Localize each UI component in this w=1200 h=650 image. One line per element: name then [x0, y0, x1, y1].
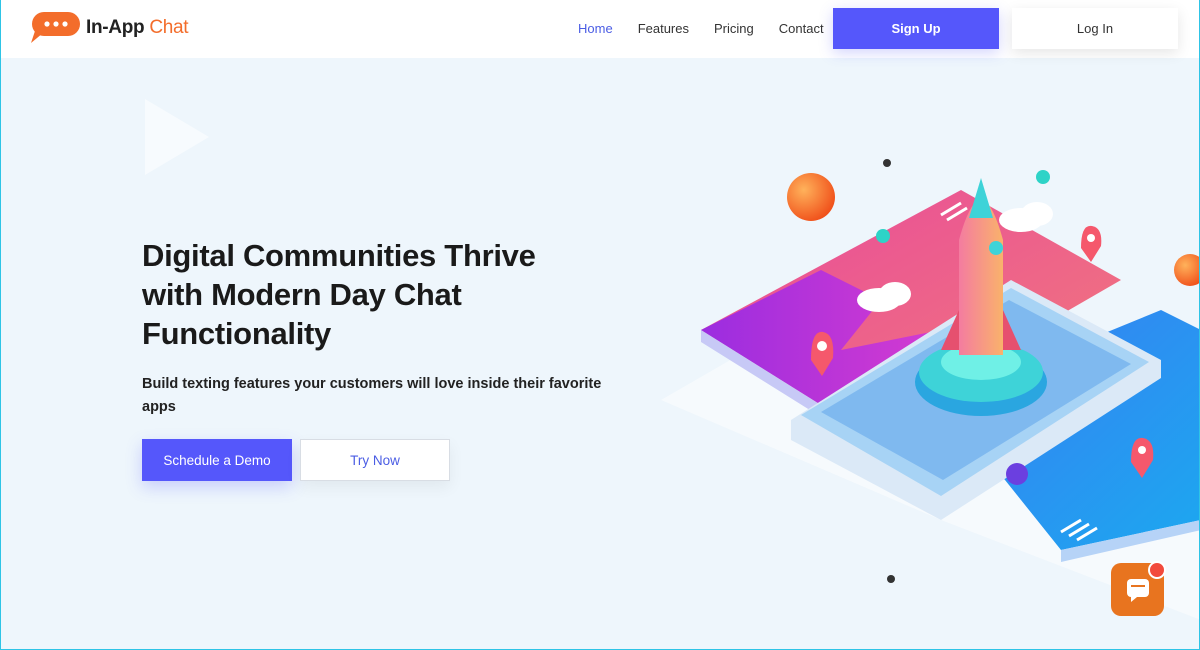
- logo[interactable]: In-App Chat: [29, 11, 189, 45]
- header: In-App Chat Home Features Pricing Contac…: [1, 0, 1199, 58]
- hero-title-line2: with Modern Day Chat: [142, 277, 462, 312]
- hero-title-line3: Functionality: [142, 316, 331, 351]
- brand-name: In-App Chat: [86, 17, 189, 39]
- location-pin-icon: [1081, 225, 1102, 262]
- brand-name-primary: In-App: [86, 17, 145, 38]
- login-button[interactable]: Log In: [1012, 8, 1178, 49]
- chat-icon: [1126, 578, 1149, 602]
- brand-name-accent: Chat: [149, 17, 189, 38]
- main-nav: Home Features Pricing Contact: [578, 21, 824, 36]
- play-shape-decoration: [145, 99, 209, 175]
- hero-subtitle: Build texting features your customers wi…: [142, 376, 602, 415]
- notification-badge: [1148, 561, 1166, 579]
- chat-bubble-icon: [29, 11, 81, 45]
- page: In-App Chat Home Features Pricing Contac…: [0, 0, 1200, 650]
- nav-home[interactable]: Home: [578, 21, 613, 36]
- hero-title: Digital Communities Thrive with Modern D…: [142, 236, 582, 353]
- nav-pricing[interactable]: Pricing: [714, 21, 754, 36]
- schedule-demo-button[interactable]: Schedule a Demo: [142, 439, 292, 481]
- nav-contact[interactable]: Contact: [779, 21, 824, 36]
- nav-features[interactable]: Features: [638, 21, 689, 36]
- signup-button[interactable]: Sign Up: [833, 8, 999, 49]
- try-now-button[interactable]: Try Now: [300, 439, 450, 481]
- hero-title-line1: Digital Communities Thrive: [142, 238, 536, 273]
